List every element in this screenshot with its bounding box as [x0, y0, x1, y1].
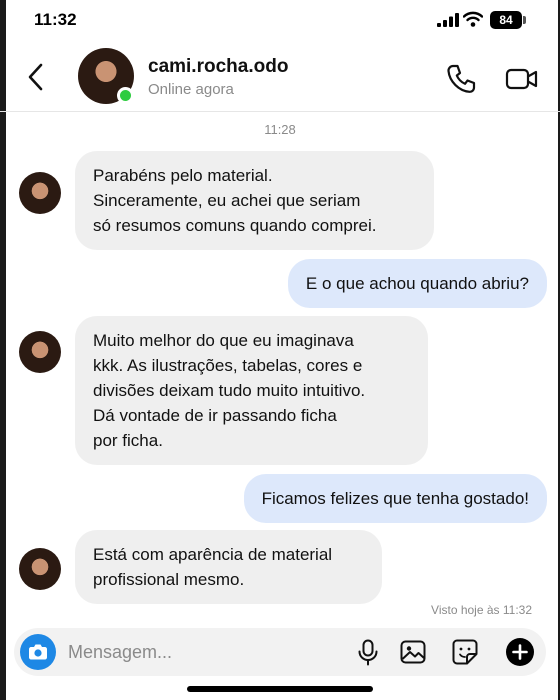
home-indicator[interactable]	[187, 686, 373, 692]
plus-button[interactable]	[506, 638, 534, 666]
microphone-icon[interactable]	[354, 638, 382, 666]
message-avatar[interactable]	[19, 172, 61, 214]
battery-tip	[523, 16, 526, 24]
message-input[interactable]	[68, 628, 338, 676]
seen-receipt: Visto hoje às 11:32	[431, 603, 532, 617]
plus-icon	[512, 644, 528, 660]
status-time: 11:32	[34, 10, 77, 29]
camera-icon	[29, 644, 47, 660]
message-avatar[interactable]	[19, 548, 61, 590]
wifi-icon	[463, 11, 483, 27]
outgoing-message-bubble[interactable]: Ficamos felizes que tenha gostado!	[243, 474, 547, 523]
sticker-icon[interactable]	[451, 638, 479, 666]
battery-indicator: 84	[490, 11, 522, 29]
incoming-message-bubble[interactable]: Muito melhor do que eu imaginava kkk. As…	[75, 316, 428, 465]
signal-icon	[437, 13, 459, 27]
outgoing-message-bubble[interactable]: E o que achou quando abriu?	[287, 259, 547, 308]
message-avatar[interactable]	[19, 331, 61, 373]
phone-icon[interactable]	[444, 62, 478, 96]
online-status-dot	[117, 87, 134, 104]
back-icon[interactable]	[22, 60, 52, 94]
contact-name[interactable]: cami.rocha.odo	[148, 56, 288, 78]
camera-button[interactable]	[20, 634, 56, 670]
chat-header: cami.rocha.odo Online agora	[0, 44, 560, 112]
incoming-message-bubble[interactable]: Parabéns pelo material. Sinceramente, eu…	[75, 151, 434, 250]
incoming-message-bubble[interactable]: Está com aparência de material profissio…	[75, 530, 382, 604]
status-bar: 11:32 84	[0, 0, 560, 44]
image-icon[interactable]	[399, 638, 427, 666]
video-icon[interactable]	[505, 64, 539, 94]
message-timestamp: 11:28	[264, 122, 296, 137]
contact-status: Online agora	[148, 81, 234, 98]
message-composer	[14, 628, 546, 676]
